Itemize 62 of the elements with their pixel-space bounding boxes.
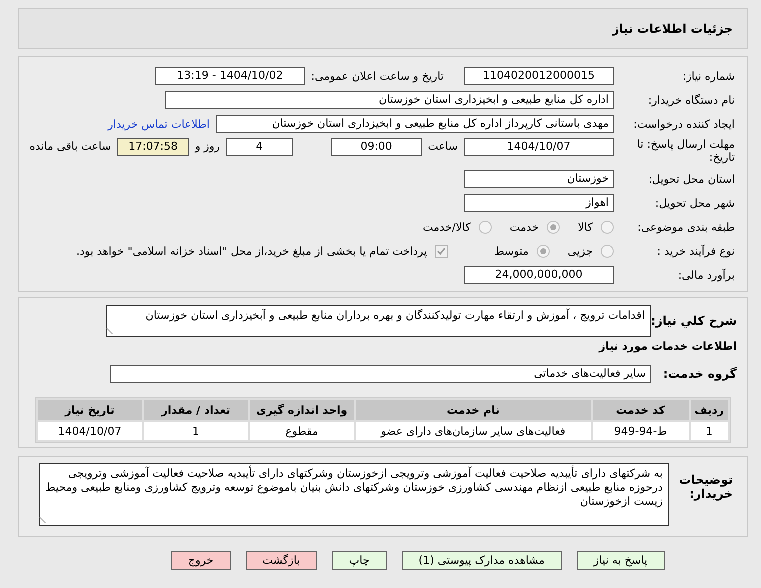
column-header: تعداد / مقدار — [144, 400, 248, 420]
radio-button[interactable] — [478, 220, 492, 234]
city-field: اهواز — [464, 194, 614, 212]
field-label: شرح كلي نیاز: — [651, 314, 738, 328]
remaining-label: ساعت باقی مانده — [30, 139, 112, 155]
radio-label: كالا/خدمت — [423, 220, 471, 234]
deadline-time-field: 09:00 — [331, 138, 422, 156]
checkbox-label: پرداخت تمام یا بخشی از مبلغ خرید،از محل "اسناد خزانه اسلامی" خواهد بود. — [76, 244, 428, 258]
table-cell: 1404/10/07 — [38, 422, 142, 440]
action-button[interactable]: بازگشت — [246, 551, 318, 570]
time-label: ساعت — [428, 139, 458, 155]
field-label: مهلت ارسال پاسخ: تا تاریخ: — [636, 138, 736, 164]
notes-textarea: به شرکتهای دارای تأیبدیه صلاحیت فعالیت آموزشی وترویجی ازخوزستان وشرکتهای دارای تأیبدیه صلاحیت فعالیت آموزشی وترویجی درحوزه منابع طبیعی ازنظام مهندسی کشاورزی خوزستان وشرکتهای دانش بنیان باموضوع توسعه وترویج کشاورزی ومنابع طبیعی ومحیط زیست ازخوزستان — [39, 463, 669, 526]
action-button[interactable]: چاپ — [332, 551, 387, 570]
need-number-field: 1104020012000015 — [464, 67, 614, 85]
field-label: استان محل تحویل: — [648, 172, 736, 186]
table-cell: 1 — [690, 422, 728, 440]
column-header: ردیف — [690, 400, 728, 420]
announce-date-field: 1404/10/02 - 13:19 — [155, 67, 306, 85]
column-header: کد خدمت — [592, 400, 689, 420]
action-button[interactable]: خروج — [171, 551, 231, 570]
contact-link[interactable]: اطلاعات تماس خریدار — [108, 118, 210, 130]
field-label: نام دستگاه خریدار: — [647, 94, 736, 106]
column-header: نام خدمت — [356, 400, 591, 420]
radio-button[interactable] — [601, 244, 614, 258]
field-label: تاریخ و ساعت اعلان عمومی: — [311, 70, 444, 82]
service-group-field: سایر فعالیت‌های خدماتی — [110, 365, 651, 383]
radio-button[interactable] — [547, 220, 560, 234]
radio-label: خدمت — [510, 220, 540, 234]
field-label: طبقه بندی موضوعی: — [636, 220, 736, 234]
page-title: جزئیات اطلاعات نیاز — [612, 22, 733, 36]
deadline-date-field: 1404/10/07 — [464, 138, 614, 156]
field-label: برآورد مالی: — [677, 268, 736, 282]
creator-field: مهدی باستانی کارپرداز اداره کل منابع طبیعی و ابخیزداری استان خوزستان — [216, 115, 614, 133]
days-field: 4 — [226, 138, 294, 156]
radio-label: كالا — [578, 220, 593, 234]
radio-label: جزیی — [568, 244, 593, 258]
field-label: نوع فرآیند خرید : — [656, 244, 736, 258]
remaining-time-field: 17:07:58 — [117, 138, 190, 156]
column-header: تاریخ نیاز — [38, 400, 142, 420]
field-label: شهر محل تحویل: — [654, 196, 736, 210]
table-cell: فعالیت‌های سایر سازمان‌های دارای عضو — [356, 422, 591, 440]
days-label: روز و — [195, 139, 220, 155]
section-title: اطلاعات خدمات مورد نیاز — [598, 340, 738, 353]
radio-button[interactable] — [601, 220, 614, 234]
field-label: شماره نیاز: — [682, 70, 736, 82]
action-button[interactable]: مشاهده مدارک پیوستی (1) — [402, 551, 562, 570]
field-label: ایجاد کننده درخواست: — [632, 118, 736, 130]
radio-button[interactable] — [536, 244, 550, 258]
summary-textarea: اقدامات ترویج ، آموزش و ارتقاء مهارت تولیدکنندگان و بهره برداران منابع طبیعی و آبخیزداری استان خوزستان — [106, 305, 651, 337]
column-header: واحد اندازه گیری — [250, 400, 354, 420]
field-label: توضیحات خریدار: — [678, 472, 734, 501]
checkbox[interactable] — [435, 244, 448, 258]
table-cell: 1 — [144, 422, 248, 440]
buyer-org-field: اداره کل منابع طبیعی و ابخیزداری استان خوزستان — [165, 91, 614, 109]
table-cell: ط-94-949 — [592, 422, 689, 440]
action-button[interactable]: پاسخ به نیاز — [576, 551, 665, 570]
radio-label: متوسط — [494, 244, 529, 258]
province-field: خوزستان — [464, 170, 614, 188]
budget-field: 24,000,000,000 — [464, 266, 614, 284]
field-label: گروه خدمت: — [662, 367, 738, 381]
table-cell: مقطوع — [250, 422, 354, 440]
